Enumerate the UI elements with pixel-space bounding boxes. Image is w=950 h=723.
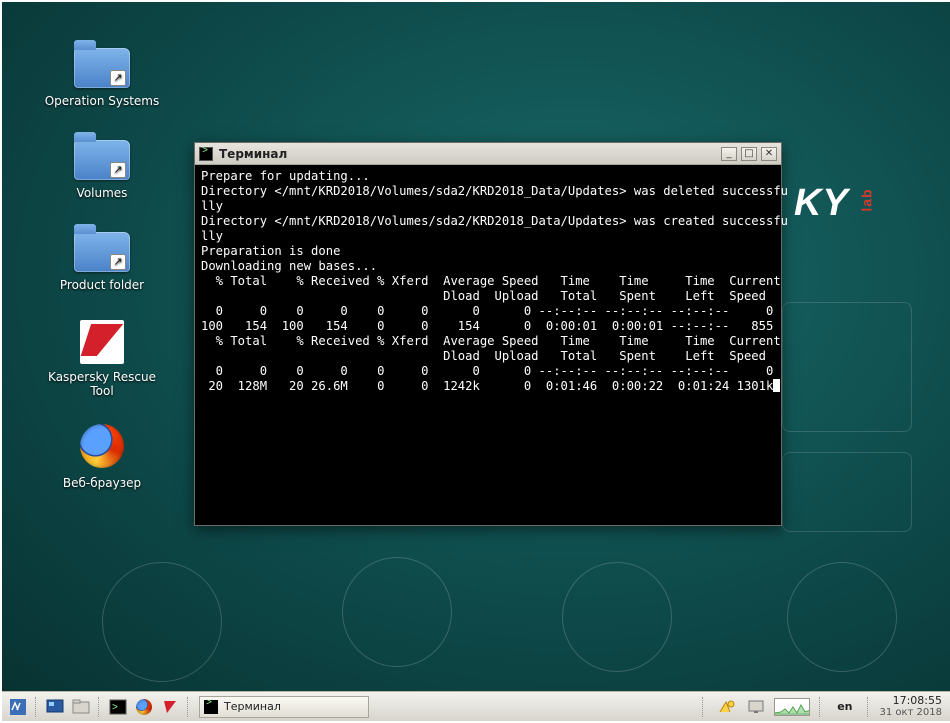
firefox-icon (80, 424, 124, 468)
separator (702, 697, 705, 717)
taskbar[interactable]: > Терминал en 17:08:55 31 окт 2018 (2, 691, 950, 721)
keyboard-layout-indicator[interactable]: en (831, 700, 858, 713)
desktop-icon-label: Operation Systems (42, 94, 162, 108)
desktop-icon-product-folder[interactable]: ↗ Product folder (42, 226, 162, 292)
wallpaper-logo: KYlab (794, 182, 872, 225)
close-button[interactable]: ✕ (761, 147, 777, 161)
separator (35, 697, 38, 717)
file-manager-button[interactable] (69, 696, 93, 718)
separator (187, 697, 190, 717)
terminal-output[interactable]: Prepare for updating... Directory </mnt/… (195, 165, 781, 525)
terminal-icon (204, 700, 218, 714)
kaspersky-launcher-button[interactable] (158, 696, 182, 718)
terminal-window[interactable]: Терминал _ □ ✕ Prepare for updating... D… (194, 142, 782, 526)
desktop-icon-label: Volumes (42, 186, 162, 200)
separator (867, 697, 870, 717)
network-tray-icon[interactable] (714, 696, 738, 718)
desktop-icon-operation-systems[interactable]: ↗ Operation Systems (42, 42, 162, 108)
clock-date: 31 окт 2018 (879, 707, 942, 719)
terminal-icon (199, 147, 213, 161)
svg-text:>: > (112, 703, 118, 714)
desktop-icon-kaspersky-rescue-tool[interactable]: Kaspersky Rescue Tool (42, 318, 162, 398)
taskbar-entry-terminal[interactable]: Терминал (199, 696, 369, 718)
desktop-icon-label: Kaspersky Rescue Tool (42, 370, 162, 398)
terminal-title: Терминал (219, 147, 721, 161)
taskbar-entry-label: Терминал (224, 700, 281, 713)
desktop-icon-volumes[interactable]: ↗ Volumes (42, 134, 162, 200)
clock[interactable]: 17:08:55 31 окт 2018 (879, 695, 948, 719)
kaspersky-icon (80, 320, 124, 364)
desktop[interactable]: KYlab ↗ Operation Systems ↗ Volumes ↗ Pr… (2, 2, 950, 695)
firefox-icon (136, 699, 152, 715)
maximize-button[interactable]: □ (741, 147, 757, 161)
clock-time: 17:08:55 (879, 695, 942, 707)
display-tray-icon[interactable] (744, 696, 768, 718)
desktop-icon-label: Веб-браузер (42, 476, 162, 490)
terminal-launcher-button[interactable]: > (106, 696, 130, 718)
cpu-graph[interactable] (774, 698, 810, 716)
minimize-button[interactable]: _ (721, 147, 737, 161)
desktop-icon-web-browser[interactable]: Веб-браузер (42, 424, 162, 490)
separator (819, 697, 822, 717)
start-menu-button[interactable] (6, 696, 30, 718)
separator (98, 697, 101, 717)
terminal-titlebar[interactable]: Терминал _ □ ✕ (195, 143, 781, 165)
show-desktop-button[interactable] (43, 696, 67, 718)
desktop-icon-label: Product folder (42, 278, 162, 292)
firefox-launcher-button[interactable] (132, 696, 156, 718)
